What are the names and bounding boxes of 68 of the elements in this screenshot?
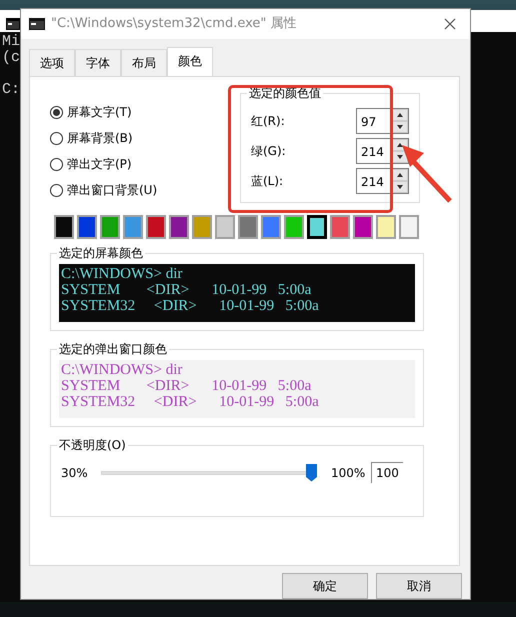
- dialog-button[interactable]: 取消: [376, 573, 462, 599]
- preview-line: C:\WINDOWS> dir: [61, 362, 182, 378]
- color-swatch[interactable]: [353, 215, 373, 239]
- console-text: C:: [2, 82, 20, 98]
- color-swatch[interactable]: [399, 215, 419, 239]
- group-title: 不透明度(O): [57, 438, 128, 452]
- field-label: 绿(G):: [251, 143, 286, 160]
- tab[interactable]: 字体: [75, 49, 121, 76]
- spin-up-button[interactable]: [392, 109, 408, 121]
- up-arrow-icon: [396, 172, 404, 178]
- field-label: 蓝(L):: [251, 173, 284, 190]
- color-swatch[interactable]: [215, 215, 235, 239]
- down-arrow-icon: [396, 154, 404, 160]
- color-swatch[interactable]: [169, 215, 189, 239]
- preview-line: C:\WINDOWS> dir: [61, 266, 182, 282]
- field-label: 红(R):: [251, 113, 285, 130]
- number-spinner[interactable]: 97: [356, 108, 409, 134]
- slider-thumb[interactable]: [306, 464, 317, 482]
- preview-line: SYSTEM <DIR> 10-01-99 5:00a: [61, 282, 312, 298]
- radio-label: 屏幕文字(T): [67, 104, 132, 121]
- radio-label: 弹出窗口背景(U): [67, 182, 158, 199]
- down-arrow-icon: [396, 124, 404, 130]
- number-spinner[interactable]: 214: [356, 138, 409, 164]
- radio-label: 屏幕背景(B): [67, 130, 133, 147]
- console-icon: [29, 18, 45, 30]
- radio-button[interactable]: [50, 132, 63, 144]
- console-text: (c: [2, 50, 20, 66]
- color-swatch[interactable]: [376, 215, 396, 239]
- down-arrow-icon: [396, 184, 404, 190]
- number-spinner[interactable]: 214: [356, 168, 409, 194]
- opacity-value-field[interactable]: 100: [371, 462, 403, 483]
- color-swatch[interactable]: [238, 215, 258, 239]
- spinner-value: 214: [360, 174, 385, 191]
- color-swatch[interactable]: [307, 215, 327, 239]
- tab[interactable]: 布局: [121, 49, 167, 76]
- spin-down-button[interactable]: [392, 181, 408, 193]
- console-text: Mi: [2, 34, 20, 50]
- radio-button[interactable]: [50, 158, 63, 170]
- color-swatch[interactable]: [284, 215, 304, 239]
- preview-line: SYSTEM32 <DIR> 10-01-99 5:00a: [61, 298, 319, 314]
- spin-up-button[interactable]: [392, 169, 408, 181]
- radio-button[interactable]: [50, 106, 63, 118]
- color-swatch[interactable]: [100, 215, 120, 239]
- window-title: "C:\Windows\system32\cmd.exe" 属性: [51, 15, 298, 34]
- color-swatch[interactable]: [123, 215, 143, 239]
- color-swatch[interactable]: [77, 215, 97, 239]
- tab[interactable]: 选项: [29, 49, 75, 76]
- group-title: 选定的屏幕颜色: [57, 246, 145, 260]
- color-swatch[interactable]: [192, 215, 212, 239]
- up-arrow-icon: [396, 112, 404, 118]
- color-swatch[interactable]: [54, 215, 74, 239]
- min-label: 30%: [61, 464, 89, 482]
- spinner-value: 97: [360, 114, 378, 131]
- spinner-value: 214: [360, 144, 385, 161]
- color-swatch[interactable]: [146, 215, 166, 239]
- preview-line: SYSTEM <DIR> 10-01-99 5:00a: [61, 378, 312, 394]
- spin-down-button[interactable]: [392, 121, 408, 133]
- max-label: 100%: [331, 464, 366, 482]
- tab[interactable]: 颜色: [167, 47, 213, 76]
- radio-button[interactable]: [50, 184, 63, 196]
- up-arrow-icon: [396, 142, 404, 148]
- group-title: 选定的弹出窗口颜色: [57, 342, 169, 356]
- preview-line: SYSTEM32 <DIR> 10-01-99 5:00a: [61, 394, 319, 410]
- color-swatch[interactable]: [330, 215, 350, 239]
- color-swatch[interactable]: [261, 215, 281, 239]
- radio-label: 弹出文字(P): [67, 156, 132, 173]
- dialog-button[interactable]: 确定: [282, 573, 368, 599]
- close-icon: [444, 18, 456, 30]
